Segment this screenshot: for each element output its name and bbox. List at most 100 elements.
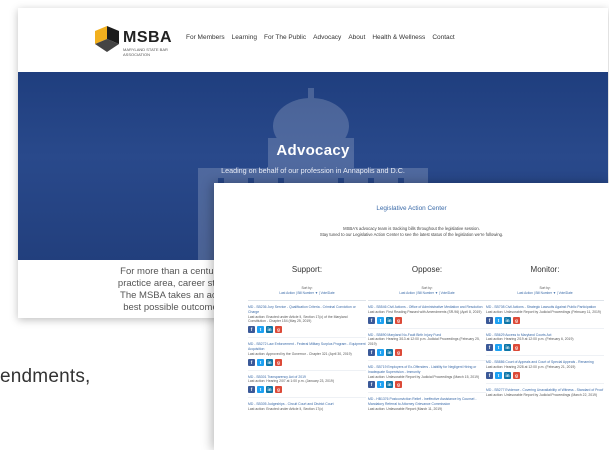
twitter-icon[interactable]: t bbox=[257, 326, 264, 334]
bill-last-action: Last action: Hearing 2/19 at 12:00 p.m. … bbox=[486, 337, 574, 342]
divider bbox=[248, 300, 366, 301]
google-plus-icon[interactable]: g bbox=[513, 316, 520, 324]
nav-learning[interactable]: Learning bbox=[232, 34, 257, 41]
monitor-heading: Monitor: bbox=[530, 265, 560, 274]
share-icons: f t in g bbox=[248, 326, 366, 334]
share-icons: f t in g bbox=[248, 386, 366, 394]
main-menu: For Members Learning For The Public Advo… bbox=[186, 34, 455, 41]
linkedin-icon[interactable]: in bbox=[266, 326, 273, 334]
bill-item: MD - SB708 Civil Actions - Strategic Law… bbox=[486, 305, 604, 329]
oppose-heading: Oppose: bbox=[411, 265, 443, 274]
bill-last-action: Last action: Enacted under Article II, S… bbox=[248, 406, 324, 411]
twitter-icon[interactable]: t bbox=[495, 371, 502, 379]
bill-last-action: Last action: Unfavorable Report by Judic… bbox=[486, 392, 598, 397]
facebook-icon[interactable]: f bbox=[248, 358, 255, 366]
msba-logo[interactable]: MSBA Maryland State Bar Association bbox=[93, 25, 193, 57]
twitter-icon[interactable]: t bbox=[377, 348, 384, 356]
share-icons: f t in g bbox=[368, 316, 486, 324]
divider bbox=[248, 337, 366, 339]
oppose-column: Oppose: Sort by: Last Action | Bill Numb… bbox=[368, 265, 486, 412]
page-subtitle: Leading on behalf of our profession in A… bbox=[221, 166, 405, 175]
google-plus-icon[interactable]: g bbox=[275, 358, 282, 366]
msba-logo-mark-icon bbox=[95, 26, 119, 52]
divider bbox=[486, 327, 604, 329]
bill-last-action: Last action: Approved by the Governor - … bbox=[248, 351, 352, 356]
twitter-icon[interactable]: t bbox=[257, 386, 264, 394]
bill-item: MD - SB890 Maryland No-Fault Birth Injur… bbox=[368, 333, 486, 361]
google-plus-icon[interactable]: g bbox=[395, 381, 402, 389]
linkedin-icon[interactable]: in bbox=[386, 348, 393, 356]
linkedin-icon[interactable]: in bbox=[386, 316, 393, 324]
background-partial-text: endments, bbox=[0, 366, 91, 387]
google-plus-icon[interactable]: g bbox=[513, 344, 520, 352]
linkedin-icon[interactable]: in bbox=[504, 371, 511, 379]
share-icons: f t in g bbox=[486, 344, 604, 352]
bill-title-link[interactable]: MD - SB272 Law Enforcement - Federal Mil… bbox=[248, 342, 366, 352]
facebook-icon[interactable]: f bbox=[486, 371, 493, 379]
support-column: Support: Sort by: Last Action | Bill Num… bbox=[248, 265, 366, 412]
bill-title-link[interactable]: MD - SB277 Evidence - Covering Unavailab… bbox=[486, 388, 604, 393]
share-icons: f t in g bbox=[486, 371, 604, 379]
google-plus-icon[interactable]: g bbox=[395, 316, 402, 324]
twitter-icon[interactable]: t bbox=[495, 316, 502, 324]
nav-for-members[interactable]: For Members bbox=[186, 34, 225, 41]
facebook-icon[interactable]: f bbox=[248, 386, 255, 394]
bill-title-link[interactable]: MD - SB236 Jury Service - Qualification … bbox=[248, 305, 366, 315]
linkedin-icon[interactable]: in bbox=[266, 386, 273, 394]
sort-links[interactable]: Last Action | Bill Number ▼ | Vote/Date bbox=[368, 291, 486, 296]
twitter-icon[interactable]: t bbox=[257, 358, 264, 366]
bill-item: MD - SB277 Evidence - Covering Unavailab… bbox=[486, 388, 604, 398]
divider bbox=[486, 382, 604, 384]
share-icons: f t in g bbox=[248, 358, 366, 366]
sort-links[interactable]: Last Action | Bill Number ▼ | Vote/Date bbox=[486, 291, 604, 296]
nav-health-wellness[interactable]: Health & Wellness bbox=[372, 34, 425, 41]
divider bbox=[368, 392, 486, 394]
divider bbox=[248, 397, 366, 399]
google-plus-icon[interactable]: g bbox=[275, 386, 282, 394]
facebook-icon[interactable]: f bbox=[486, 344, 493, 352]
linkedin-icon[interactable]: in bbox=[386, 381, 393, 389]
nav-about[interactable]: About bbox=[348, 34, 365, 41]
facebook-icon[interactable]: f bbox=[248, 326, 255, 334]
twitter-icon[interactable]: t bbox=[377, 381, 384, 389]
bill-item: MD - SB629 Access to Maryland Courts Act… bbox=[486, 333, 604, 357]
logo-subtitle: Maryland State Bar Association bbox=[123, 47, 168, 57]
google-plus-icon[interactable]: g bbox=[513, 371, 520, 379]
bill-title-link[interactable]: MD - SB719 Employers of Ex-Offenders - L… bbox=[368, 365, 486, 375]
monitor-column: Monitor: Sort by: Last Action | Bill Num… bbox=[486, 265, 604, 397]
linkedin-icon[interactable]: in bbox=[504, 316, 511, 324]
bill-last-action: Last action: Unfavorable Report by Judic… bbox=[486, 309, 601, 314]
google-plus-icon[interactable]: g bbox=[395, 348, 402, 356]
bill-title-link[interactable]: MD - HB1376 Postconviction Relief - Inef… bbox=[368, 397, 486, 407]
sort-links[interactable]: Last Action | Bill Number ▼ | Vote/Date bbox=[248, 291, 366, 296]
linkedin-icon[interactable]: in bbox=[504, 344, 511, 352]
bill-item: MD - SB272 Law Enforcement - Federal Mil… bbox=[248, 342, 366, 371]
share-icons: f t in g bbox=[368, 348, 486, 356]
bill-last-action: Last action: Hearing 2/07 at 1:00 p.m. (… bbox=[248, 379, 334, 384]
facebook-icon[interactable]: f bbox=[486, 316, 493, 324]
bill-last-action: Last action: Unfavorable Report (March 1… bbox=[368, 406, 443, 411]
lac-title: Legislative Action Center bbox=[376, 205, 447, 212]
divider bbox=[248, 369, 366, 371]
google-plus-icon[interactable]: g bbox=[275, 326, 282, 334]
twitter-icon[interactable]: t bbox=[377, 316, 384, 324]
bill-item: MD - SB719 Employers of Ex-Offenders - L… bbox=[368, 365, 486, 394]
bill-last-action: Last action: Unfavorable Report by Judic… bbox=[368, 374, 480, 379]
facebook-icon[interactable]: f bbox=[368, 316, 375, 324]
linkedin-icon[interactable]: in bbox=[266, 358, 273, 366]
facebook-icon[interactable]: f bbox=[368, 348, 375, 356]
sort-control: Sort by: Last Action | Bill Number ▼ | V… bbox=[486, 286, 604, 296]
nav-for-the-public[interactable]: For The Public bbox=[264, 34, 306, 41]
lac-description: MSBA's advocacy team is tracking bills t… bbox=[214, 226, 609, 238]
facebook-icon[interactable]: f bbox=[368, 381, 375, 389]
lac-desc-line: Stay tuned to our Legislative Action Cen… bbox=[319, 232, 504, 237]
nav-contact[interactable]: Contact bbox=[432, 34, 454, 41]
sort-control: Sort by: Last Action | Bill Number ▼ | V… bbox=[368, 286, 486, 296]
bill-item: MD - SB305 Judgeships - Circuit Court an… bbox=[248, 402, 366, 412]
bill-last-action: Last action: Hearing 2/28 at 12:00 p.m. … bbox=[486, 364, 576, 369]
support-heading: Support: bbox=[291, 265, 323, 274]
nav-advocacy[interactable]: Advocacy bbox=[313, 34, 341, 41]
bill-last-action: Last action: Enacted under Article II, S… bbox=[248, 314, 348, 324]
twitter-icon[interactable]: t bbox=[495, 344, 502, 352]
bill-item: MD - SB301 Transparency Act of 2019 Last… bbox=[248, 375, 366, 399]
